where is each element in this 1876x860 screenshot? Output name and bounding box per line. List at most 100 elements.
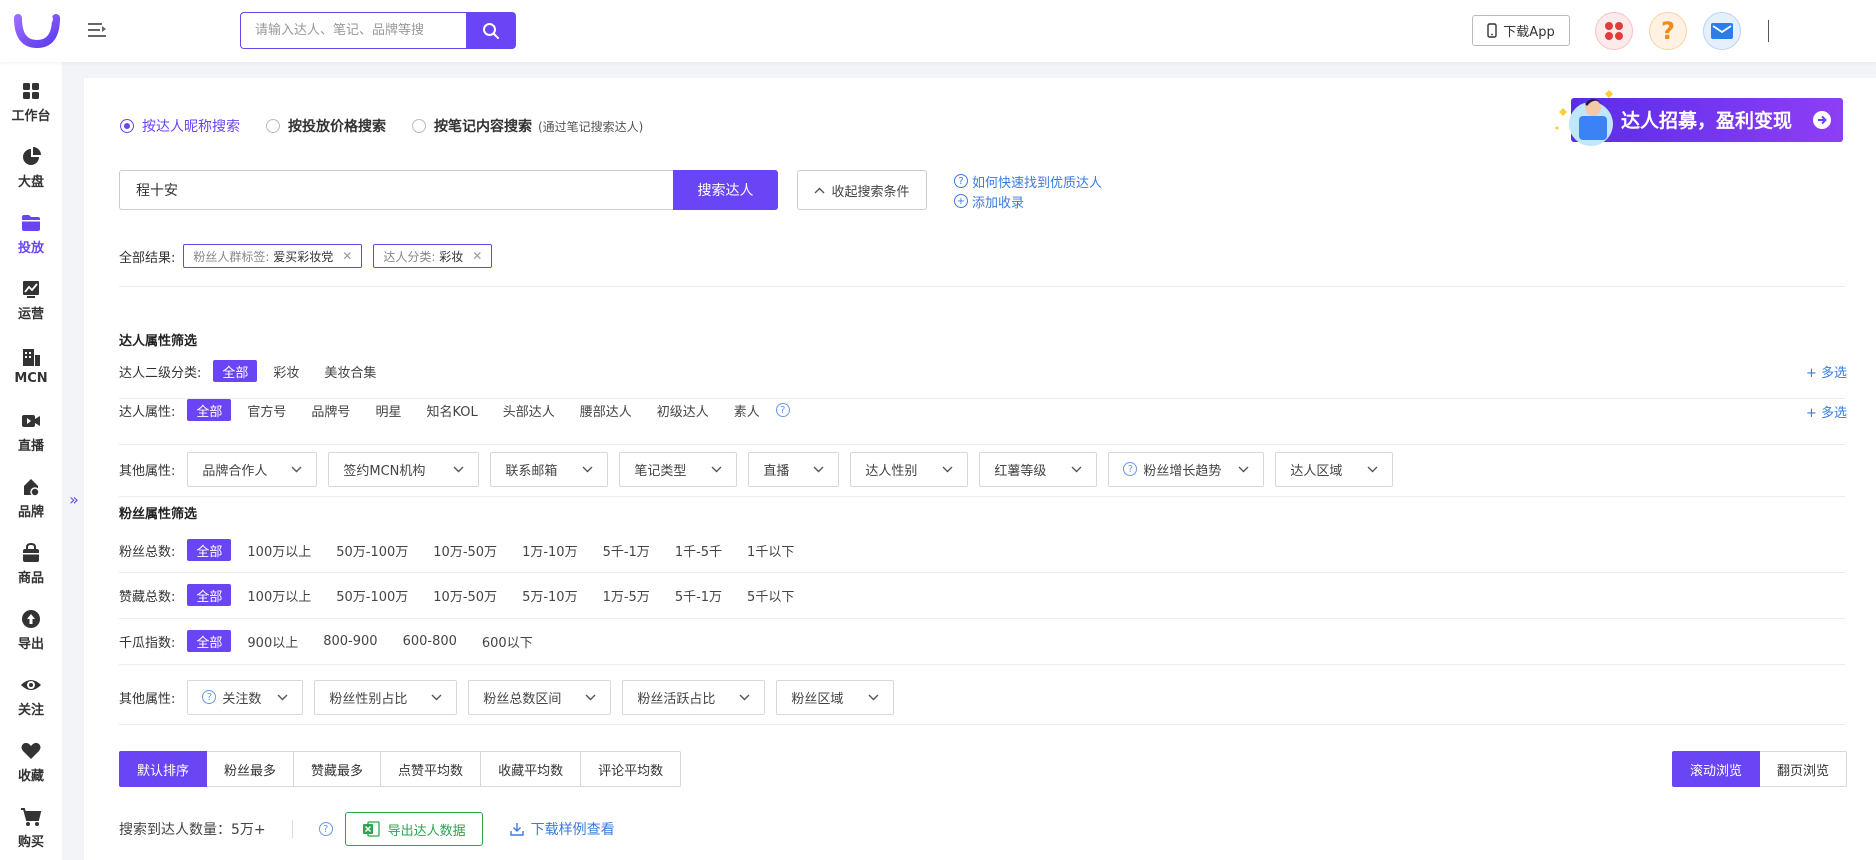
filter-option[interactable]: 1千-5千 — [666, 539, 731, 561]
help-button[interactable]: ? — [1649, 12, 1687, 50]
filter-option[interactable]: 品牌号 — [302, 399, 359, 421]
search-mode-nickname[interactable]: 按达人昵称搜索 — [120, 116, 240, 136]
search-mode-note-content[interactable]: 按笔记内容搜索 (通过笔记搜索达人) — [412, 116, 643, 136]
sidebar-item-workbench[interactable]: 工作台 — [0, 72, 62, 132]
keyword-input[interactable] — [119, 170, 673, 210]
filter-option[interactable]: 初级达人 — [648, 399, 718, 421]
multi-select-link[interactable]: + 多选 — [1806, 402, 1847, 421]
find-quality-creators-link[interactable]: ? 如何快速找到优质达人 — [954, 171, 1102, 191]
filter-option[interactable]: 全部 — [213, 360, 258, 382]
global-search-button[interactable] — [466, 12, 516, 49]
filter-option[interactable]: 600-800 — [394, 630, 466, 652]
dropdown-label: 达人性别 — [865, 463, 918, 479]
dropdown-email[interactable]: 联系邮箱 — [490, 451, 609, 487]
sort-most-fans[interactable]: 粉丝最多 — [207, 751, 295, 787]
sidebar-item-products[interactable]: 商品 — [0, 534, 62, 594]
filter-option[interactable]: 知名KOL — [417, 399, 486, 421]
download-app-button[interactable]: 下载App — [1472, 15, 1570, 46]
dropdown-live[interactable]: 直播 — [748, 451, 840, 487]
dropdown-region[interactable]: 达人区域 — [1275, 451, 1394, 487]
sidebar-item-follow[interactable]: 关注 — [0, 666, 62, 726]
filter-option[interactable]: 10万-50万 — [424, 539, 506, 561]
dropdown-fan-active[interactable]: 粉丝活跃占比 — [622, 679, 766, 715]
filter-option[interactable]: 5万-10万 — [513, 584, 587, 606]
apps-grid-icon — [1605, 22, 1623, 40]
question-circle-icon[interactable]: ? — [318, 822, 333, 836]
sidebar-item-favorites[interactable]: 收藏 — [0, 732, 62, 792]
filter-option[interactable]: 全部 — [187, 399, 232, 421]
filter-option[interactable]: 10万-50万 — [424, 584, 506, 606]
multi-select-link[interactable]: + 多选 — [1806, 362, 1847, 381]
filter-option[interactable]: 600以下 — [473, 630, 542, 652]
filter-option[interactable]: 50万-100万 — [327, 539, 417, 561]
dropdown-level[interactable]: 红薯等级 — [979, 451, 1098, 487]
sort-avg-collects[interactable]: 收藏平均数 — [481, 751, 582, 787]
filter-option[interactable]: 腰部达人 — [571, 399, 641, 421]
app-logo-icon[interactable] — [14, 12, 60, 48]
question-circle-icon[interactable]: ? — [775, 403, 790, 417]
dropdown-gender[interactable]: 达人性别 — [850, 451, 969, 487]
filter-option[interactable]: 1千以下 — [738, 539, 803, 561]
filter-option[interactable]: 彩妆 — [264, 360, 308, 382]
dropdown-brand-partner[interactable]: 品牌合作人 — [187, 451, 318, 487]
view-scroll[interactable]: 滚动浏览 — [1671, 751, 1760, 787]
global-search-input[interactable] — [240, 12, 466, 49]
filter-chip-category[interactable]: 达人分类: 彩妆 ✕ — [373, 244, 493, 268]
filter-option[interactable]: 头部达人 — [494, 399, 564, 421]
filter-option[interactable]: 全部 — [187, 539, 232, 561]
filter-option[interactable]: 5千以下 — [738, 584, 803, 606]
dropdown-follow-count[interactable]: ? 关注数 — [187, 679, 304, 715]
sort-avg-likes[interactable]: 点赞平均数 — [381, 751, 482, 787]
sidebar-item-overview[interactable]: 大盘 — [0, 138, 62, 198]
sidebar-item-purchase[interactable]: 购买 — [0, 798, 62, 858]
filter-option[interactable]: 1万-10万 — [513, 539, 587, 561]
filter-option[interactable]: 50万-100万 — [327, 584, 417, 606]
add-favorite-label: 添加收录 — [972, 195, 1025, 211]
sort-avg-comments[interactable]: 评论平均数 — [581, 751, 682, 787]
filter-option[interactable]: 100万以上 — [238, 584, 320, 606]
dropdown-fan-range[interactable]: 粉丝总数区间 — [468, 679, 612, 715]
recruitment-banner[interactable]: 达人招募，盈利变现 — [1549, 86, 1845, 156]
filter-option[interactable]: 800-900 — [314, 630, 386, 652]
search-mode-price[interactable]: 按投放价格搜索 — [266, 116, 386, 136]
filter-option[interactable]: 900以上 — [238, 630, 307, 652]
pie-chart-icon — [23, 147, 41, 165]
filter-option[interactable]: 全部 — [187, 584, 232, 606]
filter-option[interactable]: 100万以上 — [238, 539, 320, 561]
filter-chip-fan-tag[interactable]: 粉丝人群标签: 爱买彩妆党 ✕ — [183, 244, 363, 268]
filter-option[interactable]: 明星 — [366, 399, 410, 421]
sidebar-expand-handle[interactable]: » — [66, 487, 82, 511]
filter-option[interactable]: 美妆合集 — [315, 360, 385, 382]
close-icon[interactable]: ✕ — [472, 249, 482, 263]
menu-toggle-icon[interactable] — [86, 19, 108, 41]
dropdown-fan-growth[interactable]: ? 粉丝增长趋势 — [1108, 451, 1265, 487]
sidebar-item-export[interactable]: 导出 — [0, 600, 62, 660]
dropdown-mcn[interactable]: 签约MCN机构 — [328, 451, 480, 487]
dropdown-note-type[interactable]: 笔记类型 — [619, 451, 738, 487]
export-creator-data-button[interactable]: 导出达人数据 — [344, 812, 483, 846]
filter-option[interactable]: 官方号 — [238, 399, 295, 421]
dropdown-fan-gender[interactable]: 粉丝性别占比 — [314, 679, 458, 715]
sidebar-item-brand[interactable]: 品牌 — [0, 468, 62, 528]
close-icon[interactable]: ✕ — [342, 249, 352, 263]
sidebar-item-mcn[interactable]: MCN — [0, 336, 62, 396]
sidebar-item-placement[interactable]: 投放 — [0, 204, 62, 264]
filter-option[interactable]: 5千-1万 — [594, 539, 659, 561]
sidebar-item-live[interactable]: 直播 — [0, 402, 62, 462]
filter-option[interactable]: 1万-5万 — [594, 584, 659, 606]
collapse-conditions-button[interactable]: 收起搜索条件 — [797, 170, 927, 210]
add-favorite-link[interactable]: + 添加收录 — [954, 191, 1102, 211]
dropdown-fan-region[interactable]: 粉丝区域 — [776, 679, 895, 715]
messages-button[interactable] — [1703, 12, 1741, 50]
search-creator-button[interactable]: 搜索达人 — [673, 170, 778, 210]
sort-most-likes[interactable]: 赞藏最多 — [294, 751, 382, 787]
view-paged[interactable]: 翻页浏览 — [1759, 751, 1847, 787]
filter-option[interactable]: 全部 — [187, 630, 232, 652]
sort-default[interactable]: 默认排序 — [119, 751, 208, 787]
download-sample-link[interactable]: 下载样例查看 — [509, 819, 615, 839]
apps-button[interactable] — [1595, 12, 1633, 50]
sidebar-item-label: 品牌 — [17, 505, 44, 520]
filter-option[interactable]: 5千-1万 — [666, 584, 731, 606]
sidebar-item-operations[interactable]: 运营 — [0, 270, 62, 330]
filter-option[interactable]: 素人 — [725, 399, 769, 421]
